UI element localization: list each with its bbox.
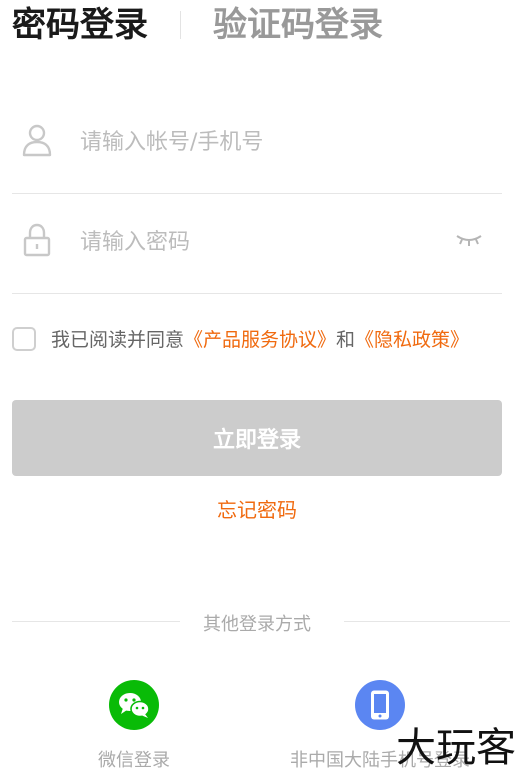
privacy-link[interactable]: 《隐私政策》 [355,325,469,352]
wechat-login[interactable]: 微信登录 [34,680,234,772]
tab-code-login[interactable]: 验证码登录 [213,0,383,50]
agreement-prefix: 我已阅读并同意 [51,329,185,351]
agreement-and: 和 [336,329,356,351]
terms-link[interactable]: 《产品服务协议》 [184,325,336,352]
forgot-password-link[interactable]: 忘记密码 [0,494,514,523]
login-button[interactable]: 立即登录 [12,400,502,476]
login-tabs: 密码登录 验证码登录 [12,0,383,50]
account-input[interactable] [78,123,442,161]
tab-separator [180,11,181,39]
other-methods-label: 其他登录方式 [203,614,311,635]
agreement-checkbox[interactable] [12,326,36,351]
user-icon [22,124,52,157]
lock-icon [23,223,51,257]
password-field [12,193,502,294]
agreement-row: 我已阅读并同意 《产品服务协议》 和 《隐私政策》 [12,325,469,352]
tab-password-login[interactable]: 密码登录 [12,0,148,50]
watermark: 大玩客 [396,725,516,771]
password-input[interactable] [78,223,442,261]
eye-closed-icon[interactable] [454,231,484,249]
account-field [12,93,502,194]
wechat-icon[interactable] [109,680,159,730]
wechat-login-label: 微信登录 [98,750,170,771]
